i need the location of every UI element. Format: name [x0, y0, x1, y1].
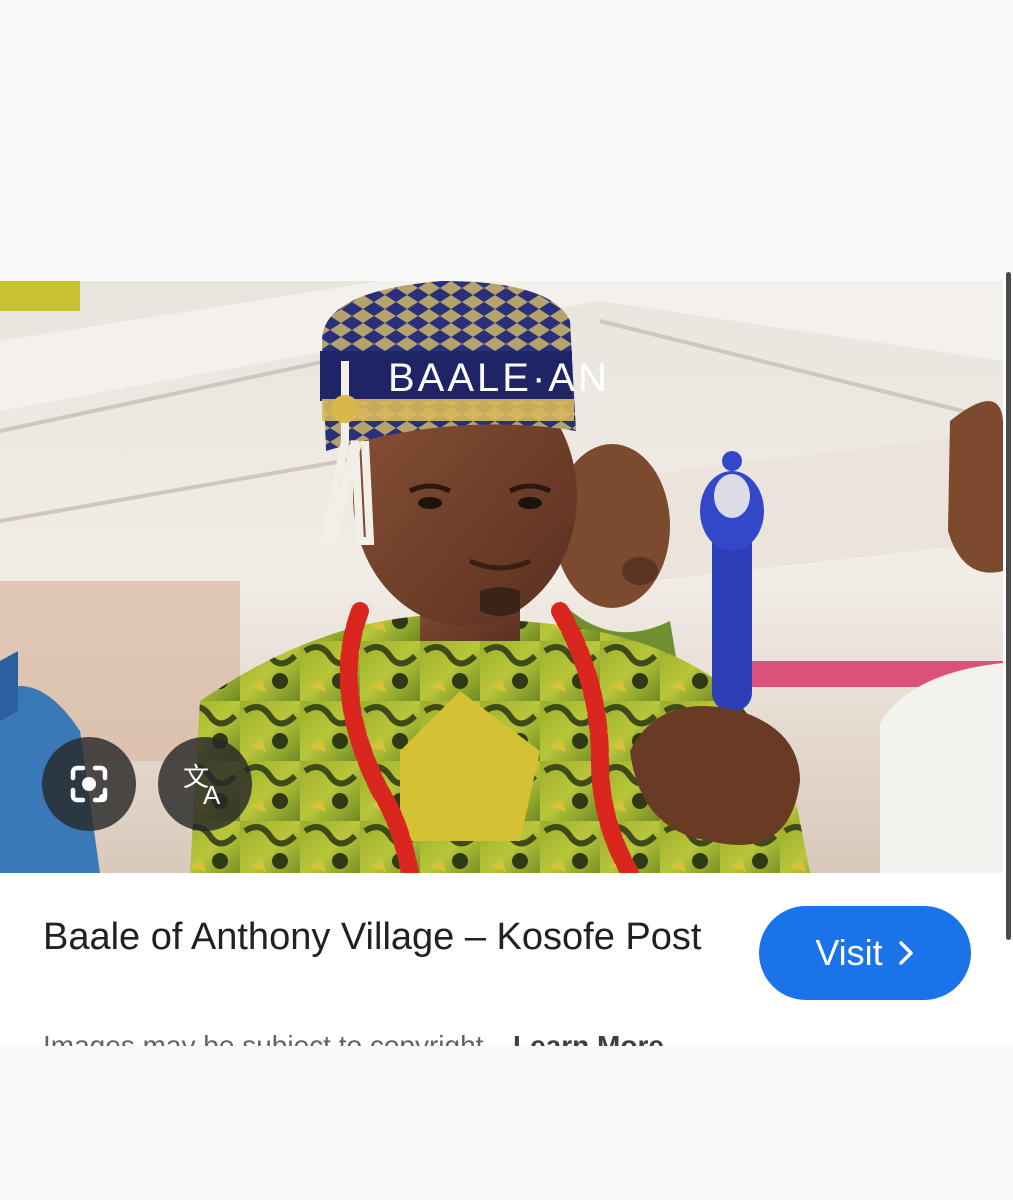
copyright-text: Images may be subject to copyright. [43, 1030, 492, 1046]
translate-button[interactable]: 文 A [158, 737, 252, 831]
result-title[interactable]: Baale of Anthony Village – Kosofe Post [43, 911, 723, 963]
visit-label: Visit [815, 932, 883, 973]
result-photo[interactable]: BAALE·AN [0, 281, 1003, 873]
learn-more-link[interactable]: Learn More [513, 1030, 664, 1046]
copyright-notice: Images may be subject to copyright. Lear… [43, 1023, 943, 1046]
scrollbar[interactable] [1003, 272, 1013, 940]
cap-text: BAALE·AN [388, 356, 610, 400]
scrollbar-thumb[interactable] [1006, 272, 1011, 940]
svg-text:A: A [203, 780, 221, 810]
top-blank-area [0, 0, 1013, 281]
bottom-blank-area [0, 1046, 1013, 1200]
lens-search-button[interactable] [42, 737, 136, 831]
camera-lens-icon [70, 765, 108, 803]
image-result-card: BAALE·AN 文 A Baale of Anthony Village – … [0, 281, 1013, 1046]
translate-icon: 文 A [183, 763, 221, 810]
visit-button[interactable]: Visit [759, 906, 971, 1000]
chevron-right-icon [898, 941, 913, 965]
